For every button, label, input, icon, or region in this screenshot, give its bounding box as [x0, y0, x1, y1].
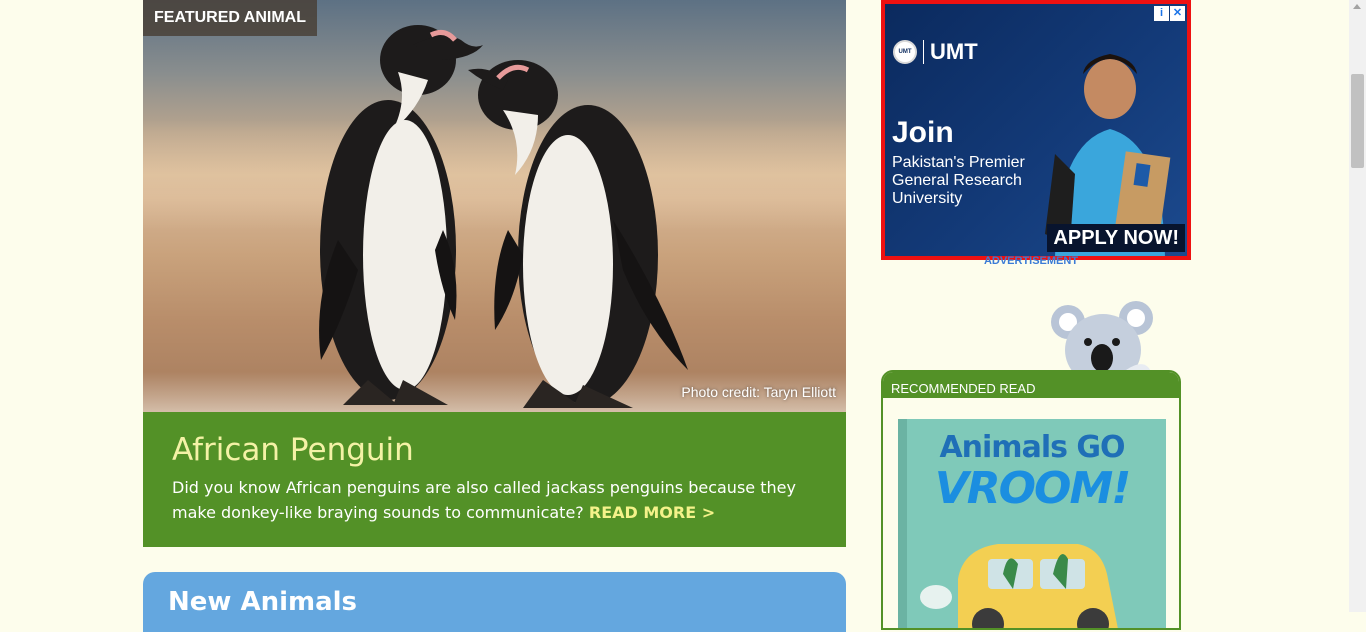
book-title-line1: Animals GO — [939, 430, 1125, 465]
advertisement-label: ADVERTISEMENT — [983, 255, 1079, 267]
recommended-read-box: RECOMMENDED READ Animals GO VROOM! — [881, 370, 1181, 630]
read-more-link[interactable]: READ MORE > — [589, 503, 715, 522]
ad-choices: i ✕ — [1154, 6, 1185, 21]
left-penguin — [319, 25, 483, 405]
featured-animal-badge: FEATURED ANIMAL — [143, 0, 317, 36]
apply-now-button[interactable]: APPLY NOW! — [1047, 224, 1185, 252]
recommended-read-heading: RECOMMENDED READ — [883, 372, 1179, 398]
new-animals-section: New Animals — [143, 572, 846, 632]
new-animals-heading: New Animals — [168, 587, 358, 617]
ad-logo: UMT UMT — [893, 40, 978, 64]
recommended-book-cover[interactable]: Animals GO VROOM! — [898, 419, 1166, 628]
book-title-line2: VROOM! — [934, 463, 1132, 514]
ad-brand: UMT — [930, 39, 978, 64]
featured-animal-title[interactable]: African Penguin — [172, 430, 414, 470]
featured-animal-photo[interactable]: FEATURED ANIMAL Photo credit: Taryn Elli… — [143, 0, 846, 412]
penguins-illustration — [319, 25, 688, 408]
ad-info-icon[interactable]: i — [1154, 6, 1169, 21]
scroll-up-arrow-icon[interactable] — [1353, 4, 1361, 9]
featured-animal-card[interactable]: FEATURED ANIMAL Photo credit: Taryn Elli… — [143, 0, 846, 547]
featured-caption: African Penguin Did you know African pen… — [143, 412, 846, 547]
university-seal-icon: UMT — [893, 40, 917, 64]
right-penguin — [468, 60, 688, 408]
advertisement-banner[interactable]: UMT UMT Join Pakistan's Premier General … — [881, 0, 1191, 260]
photo-credit: Photo credit: Taryn Elliott — [681, 384, 836, 400]
ad-close-icon[interactable]: ✕ — [1170, 6, 1185, 21]
page-scrollbar-thumb[interactable] — [1351, 74, 1364, 168]
car-illustration — [920, 544, 1118, 628]
ad-tagline: Pakistan's Premier General Research Univ… — [892, 154, 1025, 207]
logo-divider — [923, 40, 924, 64]
ad-headline: Join — [892, 116, 954, 149]
featured-animal-description: Did you know African penguins are also c… — [172, 475, 832, 525]
